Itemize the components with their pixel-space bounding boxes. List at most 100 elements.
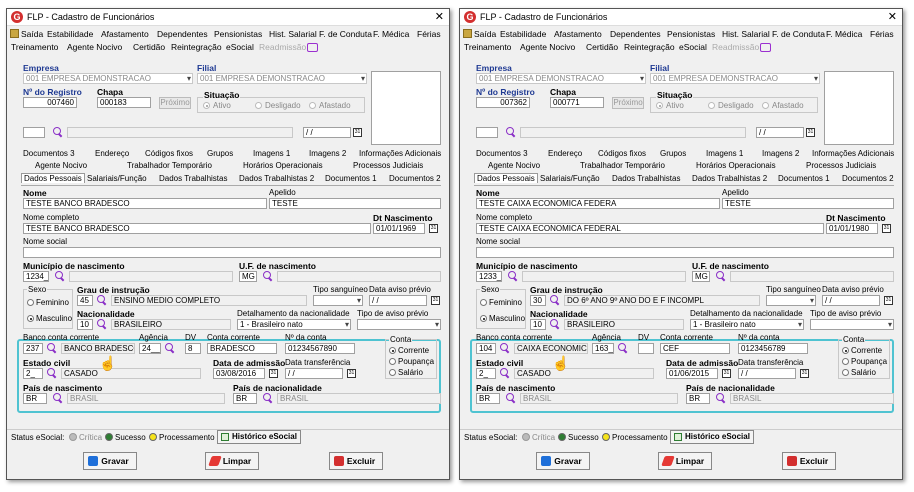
municipio-code-input[interactable]: 1233__	[476, 271, 502, 282]
excluir-button[interactable]: Excluir	[782, 452, 836, 470]
calendar-icon[interactable]: 31	[882, 224, 891, 233]
pais-nacionalidade-code-input[interactable]: BR	[233, 393, 257, 404]
menu-f-conduta[interactable]: F. de Conduta	[319, 29, 372, 39]
proximo-button[interactable]: Próximo	[159, 97, 191, 109]
code-input[interactable]	[476, 127, 498, 138]
historico-esocial-button[interactable]: Histórico eSocial	[670, 430, 754, 444]
limpar-button[interactable]: Limpar	[205, 452, 259, 470]
poupanca-radio[interactable]	[842, 358, 849, 365]
n-conta-input[interactable]: 0123456789	[738, 343, 808, 354]
search-icon[interactable]	[165, 343, 175, 353]
menu-ferias[interactable]: Férias	[417, 29, 441, 39]
agencia-input[interactable]: 24__	[139, 343, 161, 354]
menu-pensionistas[interactable]: Pensionistas	[214, 29, 262, 39]
data-aviso-input[interactable]: / /	[369, 295, 427, 306]
menu-f-medica[interactable]: F. Médica	[826, 29, 862, 39]
uf-input[interactable]: MG	[239, 271, 257, 282]
tab-horarios-operacionais[interactable]: Horários Operacionais	[243, 161, 323, 170]
calendar-icon[interactable]: 31	[429, 224, 438, 233]
gravar-button[interactable]: Gravar	[536, 452, 590, 470]
tab-grupos[interactable]: Grupos	[207, 149, 233, 158]
banco-code-input[interactable]: 237	[23, 343, 43, 354]
search-icon[interactable]	[53, 127, 63, 137]
dv-input[interactable]	[638, 343, 654, 354]
salario-radio[interactable]	[842, 369, 849, 376]
search-icon[interactable]	[47, 343, 57, 353]
apelido-input[interactable]: TESTE	[269, 198, 441, 209]
tab-documentos-1[interactable]: Documentos 1	[778, 174, 830, 183]
calendar-icon[interactable]: 31	[347, 369, 356, 378]
corrente-radio[interactable]	[842, 347, 849, 354]
feminino-radio[interactable]	[27, 299, 34, 306]
menu-agente-nocivo[interactable]: Agente Nocivo	[67, 42, 122, 52]
tab-imagens-2[interactable]: Imagens 2	[762, 149, 799, 158]
pais-nascimento-code-input[interactable]: BR	[476, 393, 500, 404]
date-input[interactable]: / /	[756, 127, 804, 138]
tab-dados-trabalhistas-2[interactable]: Dados Trabalhistas 2	[239, 174, 314, 183]
menu-saida[interactable]: Saída	[21, 29, 43, 39]
tab-salariais-funcao[interactable]: Salariais/Função	[540, 174, 600, 183]
detalhamento-select[interactable]: 1 - Brasileiro nato	[237, 319, 351, 330]
close-icon[interactable]: ✕	[888, 10, 897, 23]
n-conta-input[interactable]: 01234567890	[285, 343, 355, 354]
tab-dados-pessoais[interactable]: Dados Pessoais	[21, 173, 85, 183]
empresa-select[interactable]: 001 EMPRESA DEMONSTRACAO	[476, 73, 646, 84]
tipo-sanguineo-select[interactable]	[766, 295, 816, 306]
tipo-aviso-select[interactable]	[810, 319, 894, 330]
conta-corrente-input[interactable]: CEF	[660, 343, 730, 354]
menu-reintegracao[interactable]: Reintegração	[624, 42, 675, 52]
nacionalidade-code-input[interactable]: 10	[77, 319, 93, 330]
tab-grupos[interactable]: Grupos	[660, 149, 686, 158]
tab-informacoes-adicionais[interactable]: Informações Adicionais	[812, 149, 894, 158]
nacionalidade-code-input[interactable]: 10	[530, 319, 546, 330]
menu-esocial[interactable]: eSocial	[226, 42, 254, 52]
registro-input[interactable]: 007362	[476, 97, 530, 108]
data-admissao-input[interactable]: 01/06/2015	[666, 368, 718, 379]
pais-nascimento-code-input[interactable]: BR	[23, 393, 47, 404]
gravar-button[interactable]: Gravar	[83, 452, 137, 470]
tab-agente-nocivo[interactable]: Agente Nocivo	[35, 161, 87, 170]
nome-completo-input[interactable]: TESTE CAIXA ECONOMICA FEDERAL	[476, 223, 824, 234]
search-icon[interactable]	[506, 127, 516, 137]
menu-hist-salarial[interactable]: Hist. Salarial	[722, 29, 770, 39]
tipo-aviso-select[interactable]	[357, 319, 441, 330]
chat-icon[interactable]	[307, 43, 318, 52]
tab-documentos-1[interactable]: Documentos 1	[325, 174, 377, 183]
menu-afastamento[interactable]: Afastamento	[554, 29, 602, 39]
tab-codigos-fixos[interactable]: Códigos fixos	[145, 149, 193, 158]
desligado-radio[interactable]	[708, 102, 715, 109]
banco-code-input[interactable]: 104	[476, 343, 496, 354]
nome-social-input[interactable]	[476, 247, 894, 258]
apelido-input[interactable]: TESTE	[722, 198, 894, 209]
calendar-icon[interactable]: 31	[353, 128, 362, 137]
desligado-radio[interactable]	[255, 102, 262, 109]
estado-civil-code-input[interactable]: 2_	[23, 368, 43, 379]
agencia-input[interactable]: 163__	[592, 343, 614, 354]
registro-input[interactable]: 007460	[23, 97, 77, 108]
calendar-icon[interactable]: 31	[884, 296, 893, 305]
tab-dados-trabalhistas[interactable]: Dados Trabalhistas	[612, 174, 680, 183]
date-input[interactable]: / /	[303, 127, 351, 138]
search-icon[interactable]	[550, 319, 560, 329]
menu-dependentes[interactable]: Dependentes	[157, 29, 208, 39]
proximo-button[interactable]: Próximo	[612, 97, 644, 109]
tab-codigos-fixos[interactable]: Códigos fixos	[598, 149, 646, 158]
menu-pensionistas[interactable]: Pensionistas	[667, 29, 715, 39]
menu-certidao[interactable]: Certidão	[133, 42, 165, 52]
uf-input[interactable]: MG	[692, 271, 710, 282]
ativo-radio[interactable]	[203, 102, 210, 109]
tab-imagens-2[interactable]: Imagens 2	[309, 149, 346, 158]
search-icon[interactable]	[263, 393, 273, 403]
search-icon[interactable]	[618, 343, 628, 353]
grau-code-input[interactable]: 30	[530, 295, 546, 306]
dv-input[interactable]: 8	[185, 343, 201, 354]
menu-f-medica[interactable]: F. Médica	[373, 29, 409, 39]
nome-input[interactable]: TESTE BANCO BRADESCO	[23, 198, 267, 209]
filial-select[interactable]: 001 EMPRESA DEMONSTRACAO	[650, 73, 820, 84]
tab-dados-trabalhistas[interactable]: Dados Trabalhistas	[159, 174, 227, 183]
menu-hist-salarial[interactable]: Hist. Salarial	[269, 29, 317, 39]
tab-endereco[interactable]: Endereço	[95, 149, 129, 158]
tab-documentos-3[interactable]: Documentos 3	[476, 149, 528, 158]
afastado-radio[interactable]	[762, 102, 769, 109]
tab-processos-judiciais[interactable]: Processos Judiciais	[806, 161, 876, 170]
